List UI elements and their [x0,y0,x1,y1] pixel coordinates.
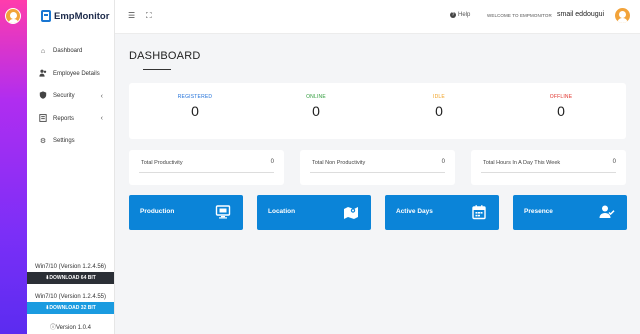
stat-value: 0 [191,103,199,119]
left-rail [0,0,27,334]
card-value: 0 [270,159,274,165]
stat-value: 0 [557,103,565,119]
employee-status-card: REGISTERED 0 ONLINE 0 IDLE 0 OFFLINE 0 [129,83,626,139]
tile-label: Location [268,208,296,215]
download-32-section: Win7/10 (Version 1.2.4.55) ⬇DOWNLOAD 32 … [27,294,114,314]
card-label: Total Productivity [141,160,183,166]
chevron-left-icon: ‹ [100,115,103,123]
sidebar: EmpMonitor ⌂ Dashboard Employee Details … [27,0,115,334]
menu-toggle-icon[interactable]: ☰ [128,11,135,20]
sidebar-item-dashboard[interactable]: ⌂ Dashboard [27,40,115,63]
sidebar-item-settings[interactable]: ⚙ Settings [27,130,115,153]
stat-label: IDLE [433,94,445,100]
gear-icon: ⚙ [39,138,47,146]
production-tile[interactable]: Production [129,195,243,230]
active-days-tile[interactable]: Active Days [385,195,499,230]
help-icon: ? [450,12,456,18]
tile-label: Production [140,208,175,215]
app-version: ⓘVersion 1.0.4 [49,325,92,331]
brand-name: EmpMonitor [54,10,110,22]
sidebar-item-security[interactable]: Security ‹ [27,85,115,108]
card-label: Total Hours In A Day This Week [483,160,561,166]
card-value: 0 [441,159,445,165]
download-version-label: Win7/10 (Version 1.2.4.56) [34,264,107,270]
stat-value: 0 [435,103,443,119]
user-name[interactable]: smail eddougui [557,11,604,18]
sidebar-item-label: Dashboard [53,48,83,55]
sidebar-item-employee-details[interactable]: Employee Details [27,63,115,86]
total-hours-card: Total Hours In A Day This Week 0 [471,150,626,185]
sidebar-item-label: Reports [53,115,75,122]
location-tile[interactable]: Location [257,195,371,230]
map-icon [344,207,358,219]
presence-tile[interactable]: Presence [513,195,627,230]
download-64bit-button[interactable]: ⬇DOWNLOAD 64 BIT [27,272,114,284]
fullscreen-icon[interactable]: ⛶ [146,11,152,21]
card-divider [139,172,274,173]
sidebar-item-label: Settings [53,138,75,145]
sidebar-item-label: Employee Details [53,70,100,77]
stat-registered[interactable]: REGISTERED 0 [145,94,245,119]
home-icon: ⌂ [40,47,46,55]
stat-idle[interactable]: IDLE 0 [389,94,489,119]
stat-label: OFFLINE [549,94,573,100]
stat-value: 0 [312,103,320,119]
users-icon [39,69,47,79]
stat-label: ONLINE [306,94,326,100]
monitor-icon [215,205,231,219]
sidebar-nav: ⌂ Dashboard Employee Details Security ‹ … [27,40,115,153]
tile-label: Active Days [396,208,433,215]
shield-icon [39,91,47,101]
download-version-label: Win7/10 (Version 1.2.4.55) [34,294,107,300]
help-link[interactable]: ? Help [450,12,470,18]
stat-offline[interactable]: OFFLINE 0 [511,94,611,119]
card-label: Total Non Productivity [312,160,366,166]
title-underline [143,69,171,70]
report-icon [39,113,47,124]
user-avatar[interactable] [615,8,630,23]
tile-label: Presence [524,208,553,215]
avatar[interactable] [5,8,21,24]
welcome-text: WELCOME TO EMPMONITOR [487,13,552,18]
brand-logo[interactable]: EmpMonitor [41,10,109,22]
card-divider [481,172,616,173]
card-divider [310,172,445,173]
stat-online[interactable]: ONLINE 0 [266,94,366,119]
download-32bit-button[interactable]: ⬇DOWNLOAD 32 BIT [27,302,114,314]
topbar: ☰ ⛶ ? Help WELCOME TO EMPMONITOR smail e… [115,0,640,34]
download-64-section: Win7/10 (Version 1.2.4.56) ⬇DOWNLOAD 64 … [27,264,114,284]
stat-label: REGISTERED [177,94,213,100]
page-title: DASHBOARD [129,50,201,62]
user-check-icon [599,205,615,218]
total-productivity-card: Total Productivity 0 [129,150,284,185]
total-non-productivity-card: Total Non Productivity 0 [300,150,455,185]
card-value: 0 [612,159,616,165]
sidebar-item-reports[interactable]: Reports ‹ [27,108,115,131]
calendar-icon [472,205,486,220]
chevron-left-icon: ‹ [100,92,103,100]
logo-icon [41,10,51,22]
sidebar-item-label: Security [53,93,75,100]
